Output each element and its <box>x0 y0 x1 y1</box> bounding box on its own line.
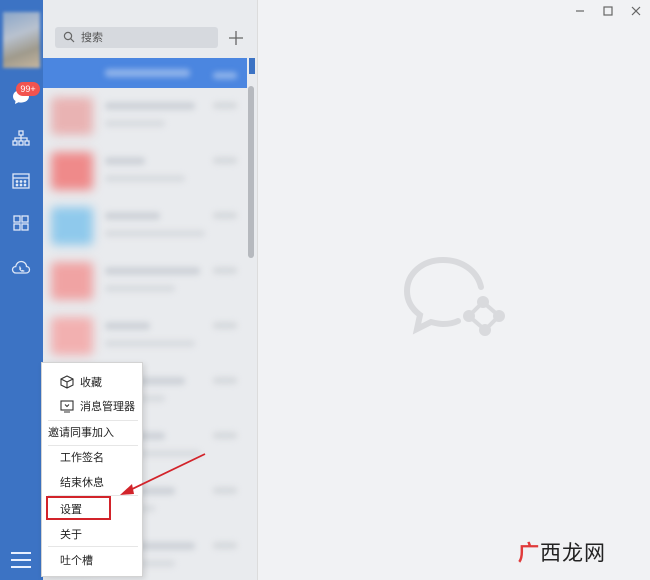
list-item[interactable] <box>43 58 247 88</box>
scrollbar-thumb[interactable] <box>248 86 254 258</box>
menu-item-label: 邀请同事加入 <box>48 426 114 439</box>
list-item[interactable] <box>43 308 247 363</box>
menu-item-label: 结束休息 <box>60 476 104 489</box>
search-input[interactable] <box>81 27 211 48</box>
watermark-text: 西龙网 <box>540 541 606 565</box>
menu-item-label: 吐个槽 <box>60 554 93 567</box>
watermark: 广西龙网 <box>518 537 606 567</box>
org-chart-icon[interactable] <box>10 127 32 149</box>
menu-item-feedback[interactable]: 吐个槽 <box>42 548 142 572</box>
message-manager-icon <box>60 400 74 413</box>
menu-item-label: 关于 <box>60 528 82 541</box>
search-icon <box>63 31 75 43</box>
wecom-logo-icon <box>403 256 505 336</box>
close-icon[interactable] <box>627 3 645 19</box>
plus-icon <box>229 30 243 45</box>
list-item[interactable] <box>43 88 247 143</box>
list-item[interactable] <box>43 198 247 253</box>
avatar[interactable] <box>3 12 40 68</box>
watermark-mark: 广 <box>518 540 540 565</box>
hamburger-icon[interactable] <box>11 552 31 568</box>
apps-grid-icon[interactable] <box>10 212 32 234</box>
menu-item-message-manager[interactable]: 消息管理器 <box>42 394 142 418</box>
calendar-icon[interactable] <box>10 170 32 192</box>
add-button[interactable] <box>226 27 246 48</box>
list-item[interactable] <box>43 143 247 198</box>
menu-item-label: 消息管理器 <box>80 400 135 413</box>
maximize-icon[interactable] <box>599 3 617 19</box>
menu-item-label: 工作签名 <box>60 451 104 464</box>
cloud-phone-icon[interactable] <box>10 256 32 278</box>
cube-icon <box>60 375 74 389</box>
scrollbar-top <box>249 58 255 74</box>
menu-item-invite[interactable]: 邀请同事加入 <box>42 420 142 444</box>
menu-item-label: 收藏 <box>80 376 102 389</box>
list-item[interactable] <box>43 253 247 308</box>
unread-badge: 99+ <box>16 82 40 96</box>
main-pane <box>258 0 650 580</box>
menu-item-about[interactable]: 关于 <box>42 522 142 546</box>
minimize-icon[interactable] <box>571 3 589 19</box>
search-box[interactable] <box>55 27 218 48</box>
menu-item-favorites[interactable]: 收藏 <box>42 370 142 394</box>
settings-highlight-box <box>46 496 111 520</box>
red-arrow-annotation <box>120 453 206 495</box>
left-nav-bar: 99+ <box>0 0 43 580</box>
menu-divider <box>48 546 138 547</box>
